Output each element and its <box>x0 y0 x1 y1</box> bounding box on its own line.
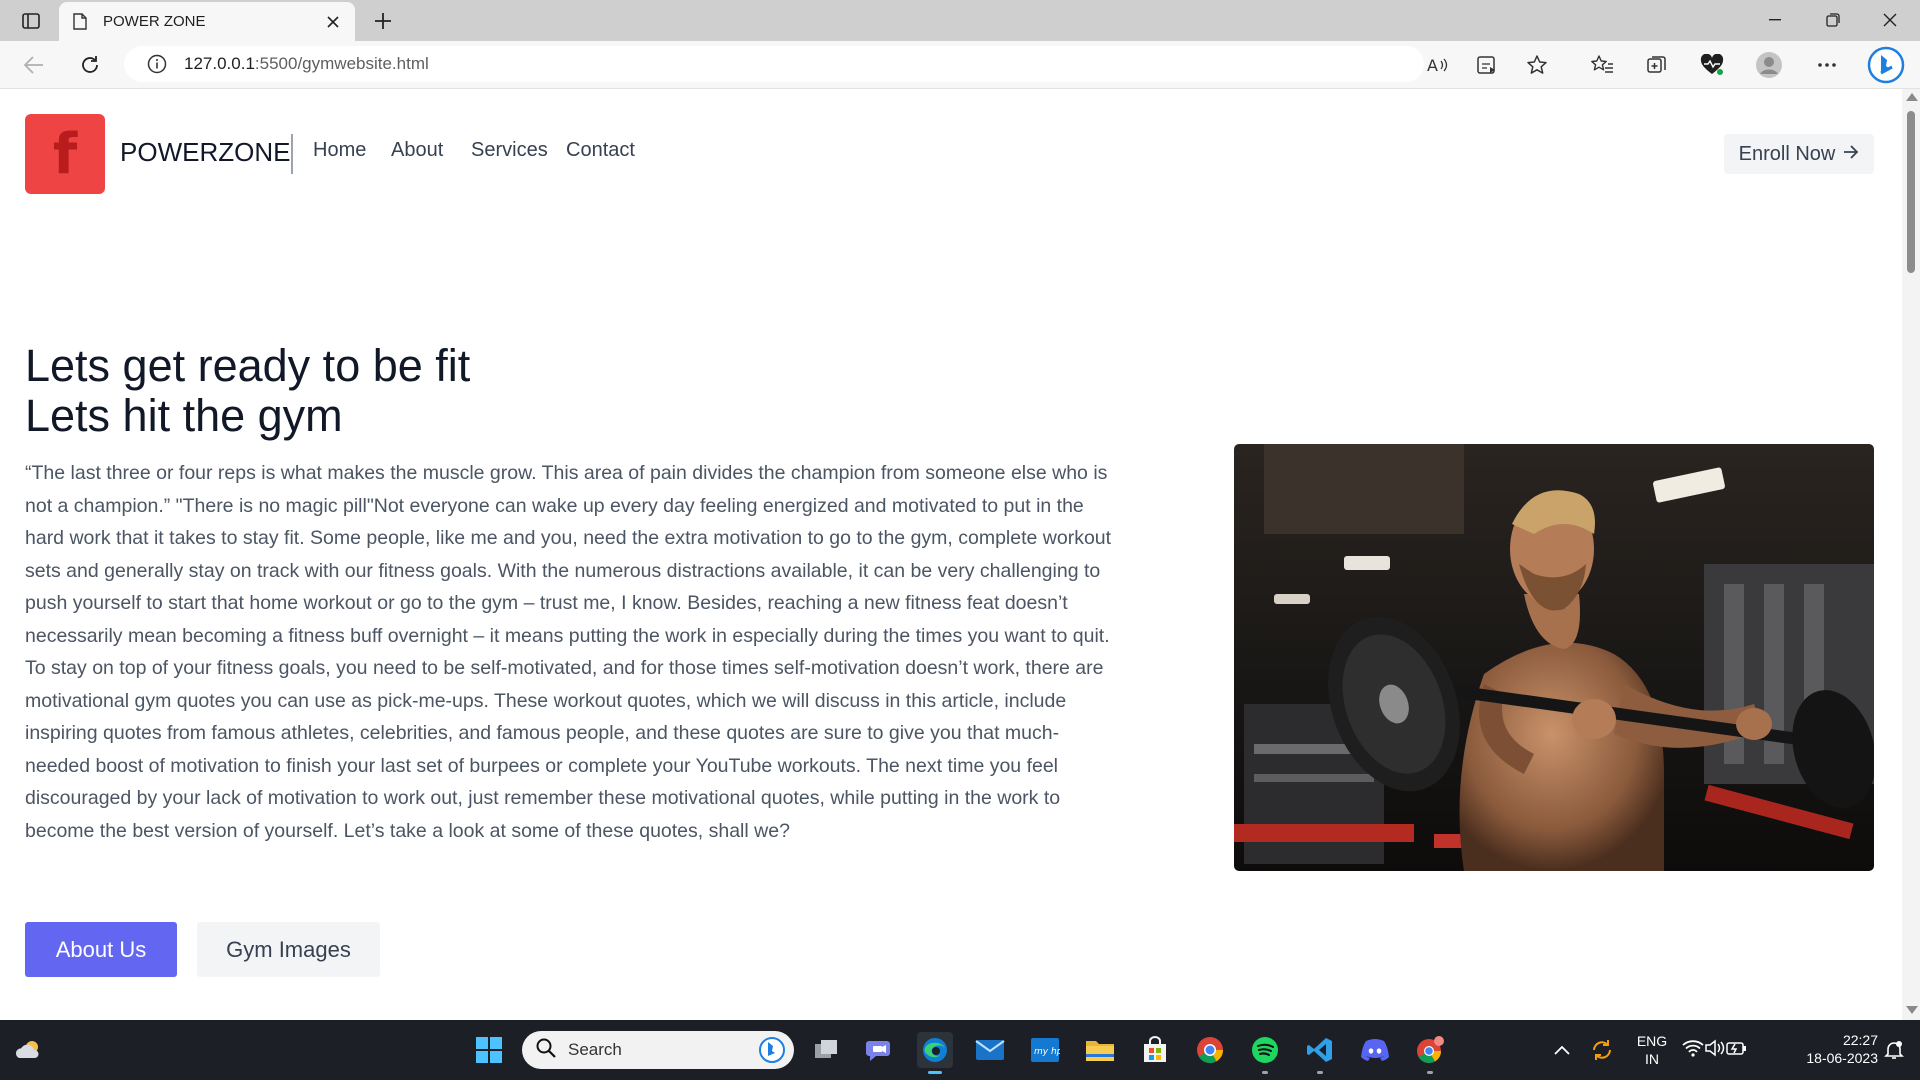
region-code: IN <box>1645 1051 1659 1067</box>
nav-link-contact[interactable]: Contact <box>566 139 635 162</box>
task-view-icon[interactable] <box>808 1032 844 1068</box>
page-scrollbar[interactable] <box>1902 89 1920 1020</box>
tab-close-icon[interactable] <box>323 12 343 32</box>
running-indicator <box>1427 1071 1433 1074</box>
hero-headline-line2: Lets hit the gym <box>25 390 343 441</box>
file-explorer-icon[interactable] <box>1082 1032 1118 1068</box>
chevron-up-icon[interactable] <box>1544 1032 1580 1068</box>
battery-charging-icon <box>1726 1039 1748 1062</box>
tab-title: POWER ZONE <box>103 13 206 30</box>
favorite-star-icon[interactable] <box>1520 49 1554 81</box>
url-host: 127.0.0.1 <box>184 54 255 73</box>
nav-link-home[interactable]: Home <box>313 139 366 162</box>
active-indicator <box>928 1071 942 1074</box>
collections-icon[interactable] <box>1640 49 1674 81</box>
notification-bell-icon[interactable] <box>1876 1032 1912 1068</box>
hero-headline-line1: Lets get ready to be fit <box>25 340 471 391</box>
myhp-icon[interactable]: my hp <box>1027 1032 1063 1068</box>
browser-tab-active[interactable]: POWER ZONE <box>59 2 355 41</box>
address-bar[interactable]: 127.0.0.1:5500/gymwebsite.html <box>124 46 1424 82</box>
volume-icon <box>1704 1038 1726 1062</box>
taskbar-search[interactable]: Search <box>522 1031 794 1069</box>
minimize-icon[interactable] <box>1747 0 1803 40</box>
clock-time: 22:27 <box>1842 1032 1878 1048</box>
hero-headline: Lets get ready to be fit Lets hit the gy… <box>25 341 470 441</box>
vscode-icon[interactable] <box>1302 1032 1338 1074</box>
browser-tab-bar: POWER ZONE <box>0 0 1920 41</box>
back-arrow-icon[interactable] <box>17 49 51 81</box>
enroll-now-button[interactable]: Enroll Now <box>1724 134 1874 174</box>
scroll-up-arrow-icon[interactable] <box>1906 93 1918 101</box>
enroll-now-label: Enroll Now <box>1738 142 1836 165</box>
weather-widget-icon[interactable] <box>10 1032 46 1068</box>
reload-icon[interactable] <box>73 49 107 81</box>
search-icon <box>536 1038 556 1063</box>
favorites-icon[interactable] <box>1585 49 1619 81</box>
bing-copilot-icon[interactable] <box>1866 45 1906 85</box>
brand-name[interactable]: POWERZONE <box>120 137 290 168</box>
windows-taskbar: Search my hp ENG IN 22:27 18-06-2023 <box>0 1020 1920 1080</box>
svg-text:A: A <box>1427 56 1438 75</box>
bing-search-icon <box>758 1036 786 1069</box>
hero-gym-photo <box>1234 444 1874 871</box>
edge-browser-icon[interactable] <box>917 1032 953 1074</box>
chrome-profile-icon[interactable] <box>1412 1032 1448 1074</box>
start-windows-icon[interactable] <box>471 1032 507 1068</box>
svg-text:my hp: my hp <box>1034 1047 1060 1057</box>
discord-icon[interactable] <box>1357 1032 1393 1068</box>
scroll-down-arrow-icon[interactable] <box>1906 1006 1918 1014</box>
arrow-right-icon <box>1843 143 1859 165</box>
about-us-button[interactable]: About Us <box>25 922 177 977</box>
mail-icon[interactable] <box>972 1032 1008 1068</box>
running-indicator <box>1317 1071 1323 1074</box>
scroll-thumb[interactable] <box>1907 111 1915 273</box>
browser-essentials-icon[interactable] <box>1695 49 1729 81</box>
search-placeholder: Search <box>568 1040 622 1059</box>
new-tab-icon[interactable] <box>368 6 398 36</box>
running-indicator <box>1262 1071 1268 1074</box>
wifi-icon <box>1682 1039 1704 1062</box>
more-options-icon[interactable] <box>1810 49 1844 81</box>
gym-images-button[interactable]: Gym Images <box>197 922 380 977</box>
nav-link-services[interactable]: Services <box>471 139 548 162</box>
clock-date: 18-06-2023 <box>1806 1050 1878 1066</box>
network-volume-battery-tray[interactable] <box>1680 1032 1750 1068</box>
microsoft-store-icon[interactable] <box>1137 1032 1173 1068</box>
site-logo[interactable]: f <box>25 114 105 194</box>
url-text: 127.0.0.1:5500/gymwebsite.html <box>184 54 429 74</box>
clock[interactable]: 22:27 18-06-2023 <box>1778 1031 1878 1067</box>
browser-toolbar: 127.0.0.1:5500/gymwebsite.html A <box>0 41 1920 89</box>
language-code: ENG <box>1636 1033 1668 1049</box>
nav-link-about[interactable]: About <box>391 139 443 162</box>
webpage: f POWERZONE Home About Services Contact … <box>0 89 1902 1020</box>
nav-divider <box>291 134 293 174</box>
hero-paragraph: “The last three or four reps is what mak… <box>25 462 1112 842</box>
url-path: :5500/gymwebsite.html <box>254 54 429 73</box>
restore-icon[interactable] <box>1805 0 1861 40</box>
site-info-icon[interactable] <box>146 53 168 75</box>
teams-chat-icon[interactable] <box>862 1032 898 1068</box>
spotify-icon[interactable] <box>1247 1032 1283 1074</box>
profile-avatar[interactable] <box>1752 49 1786 81</box>
chrome-icon[interactable] <box>1192 1032 1228 1068</box>
immersive-reader-icon[interactable] <box>1470 49 1504 81</box>
page-icon <box>71 13 89 31</box>
close-window-icon[interactable] <box>1862 0 1918 40</box>
logo-letter: f <box>52 121 78 187</box>
tab-actions-icon[interactable] <box>14 8 48 34</box>
language-indicator[interactable]: ENG IN <box>1632 1032 1672 1068</box>
sync-icon[interactable] <box>1584 1032 1620 1068</box>
read-aloud-icon[interactable]: A <box>1420 49 1454 81</box>
